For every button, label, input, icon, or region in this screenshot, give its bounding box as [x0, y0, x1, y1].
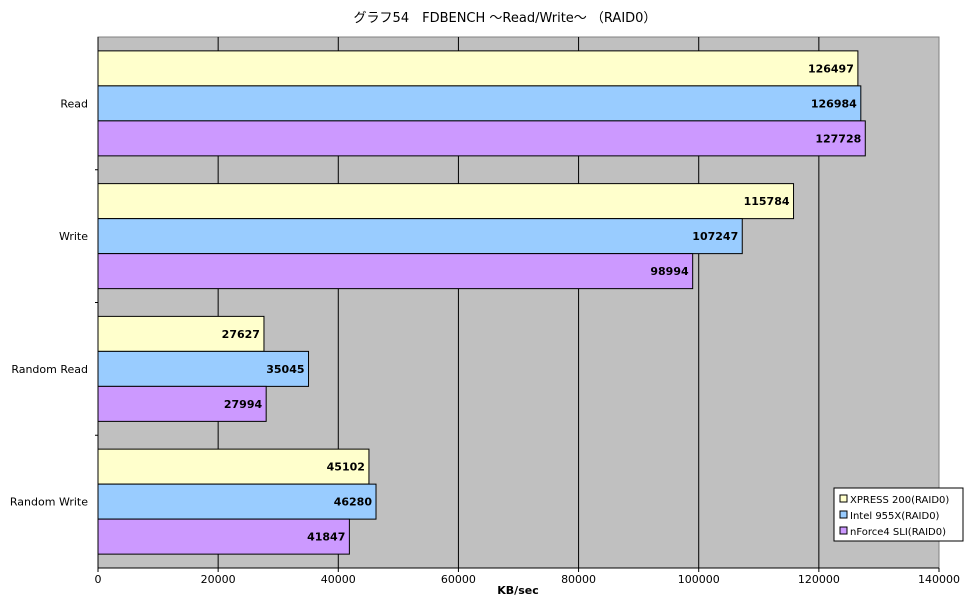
- bar-value-label: 115784: [744, 195, 790, 208]
- x-tick-label: 80000: [561, 573, 596, 586]
- legend-swatch: [839, 494, 848, 503]
- bar: [97, 85, 862, 122]
- bar-value-label: 27994: [224, 398, 263, 411]
- chart-container: グラフ54 FDBENCH ～Read/Write～ （RAID0） 12649…: [0, 0, 970, 604]
- x-axis-title: KB/sec: [497, 584, 538, 597]
- chart-title: グラフ54 FDBENCH ～Read/Write～ （RAID0）: [354, 11, 657, 26]
- category-group: 45102 46280 41847: [97, 448, 377, 555]
- x-tick-label: 140000: [918, 573, 960, 586]
- legend-label: nForce4 SLI(RAID0): [850, 527, 946, 538]
- legend-label: XPRESS 200(RAID0): [850, 495, 949, 506]
- legend: XPRESS 200(RAID0) Intel 955X(RAID0) nForce…: [833, 487, 964, 542]
- bar-value-label: 45102: [327, 461, 365, 474]
- y-category-label: Random Write: [10, 496, 88, 509]
- bar: [97, 50, 859, 87]
- category-group: 126497 126984 127728: [97, 50, 866, 157]
- x-tick-label: 20000: [201, 573, 236, 586]
- bar-value-label: 107247: [692, 230, 738, 243]
- bar-value-label: 126497: [808, 62, 854, 75]
- x-tick-label: 100000: [678, 573, 720, 586]
- x-tick-label: 40000: [321, 573, 356, 586]
- x-tick-label: 120000: [798, 573, 840, 586]
- legend-label: Intel 955X(RAID0): [850, 511, 940, 522]
- bar-value-label: 35045: [266, 363, 304, 376]
- bar-value-label: 126984: [811, 97, 857, 110]
- category-group: 115784 107247 98994: [97, 183, 795, 290]
- y-category-label: Random Read: [11, 363, 88, 376]
- bar: [97, 183, 795, 220]
- y-category-label: Read: [60, 97, 88, 110]
- x-tick-label: 60000: [441, 573, 476, 586]
- y-category-label: Write: [59, 230, 88, 243]
- legend-swatch: [839, 526, 848, 535]
- bar-value-label: 127728: [815, 132, 861, 145]
- bar-value-label: 41847: [307, 531, 345, 544]
- bar: [97, 253, 694, 290]
- x-tick-label: 0: [95, 573, 102, 586]
- bar-chart: グラフ54 FDBENCH ～Read/Write～ （RAID0） 12649…: [10, 11, 964, 597]
- bar-value-label: 27627: [222, 328, 260, 341]
- bar-value-label: 98994: [650, 265, 689, 278]
- legend-swatch: [839, 510, 848, 519]
- bar: [97, 218, 743, 255]
- bar-value-label: 46280: [334, 496, 373, 509]
- bar: [97, 120, 866, 157]
